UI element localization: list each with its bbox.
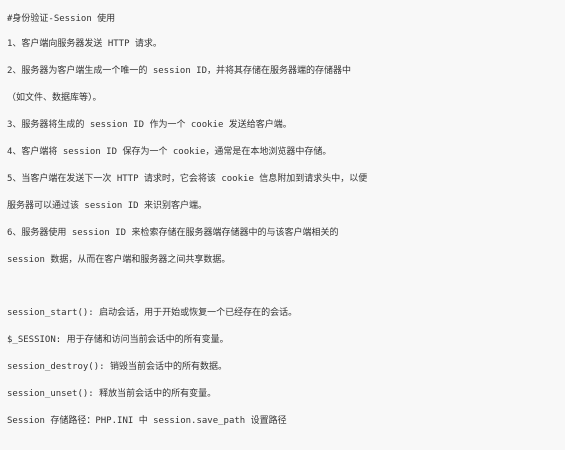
document-heading: #身份验证-Session 使用 bbox=[7, 14, 116, 24]
step-6-continuation-line: session 数据，从而在客户端和服务器之间共享数据。 bbox=[7, 255, 231, 265]
session-save-path-note: Session 存储路径：PHP.INI 中 session.save_path… bbox=[7, 416, 287, 426]
function-session-superglobal: $_SESSION: 用于存储和访问当前会话中的所有变量。 bbox=[7, 335, 229, 345]
function-session-unset: session_unset(): 释放当前会话中的所有变量。 bbox=[7, 389, 217, 399]
step-3-line: 3、服务器将生成的 session ID 作为一个 cookie 发送给客户端。 bbox=[7, 120, 292, 130]
step-1-line: 1、客户端向服务器发送 HTTP 请求。 bbox=[7, 39, 162, 49]
document-body: #身份验证-Session 使用 1、客户端向服务器发送 HTTP 请求。 2、… bbox=[0, 0, 565, 450]
function-session-destroy: session_destroy(): 销毁当前会话中的所有数据。 bbox=[7, 362, 227, 372]
step-5-continuation-line: 服务器可以通过该 session ID 来识别客户端。 bbox=[7, 201, 208, 211]
step-2-line: 2、服务器为客户端生成一个唯一的 session ID，并将其存储在服务器端的存… bbox=[7, 66, 352, 76]
step-6-line: 6、服务器使用 session ID 来检索存储在服务器端存储器中的与该客户端相… bbox=[7, 228, 339, 238]
step-4-line: 4、客户端将 session ID 保存为一个 cookie，通常是在本地浏览器… bbox=[7, 147, 332, 157]
step-5-line: 5、当客户端在发送下一次 HTTP 请求时，它会将该 cookie 信息附加到请… bbox=[7, 174, 368, 184]
step-2-continuation-line: （如文件、数据库等）。 bbox=[7, 93, 102, 103]
steps-list: 1、客户端向服务器发送 HTTP 请求。 2、服务器为客户端生成一个唯一的 se… bbox=[7, 31, 565, 274]
function-session-start: session_start(): 启动会话，用于开始或恢复一个已经存在的会话。 bbox=[7, 308, 298, 318]
functions-list: session_start(): 启动会话，用于开始或恢复一个已经存在的会话。 … bbox=[7, 300, 565, 435]
